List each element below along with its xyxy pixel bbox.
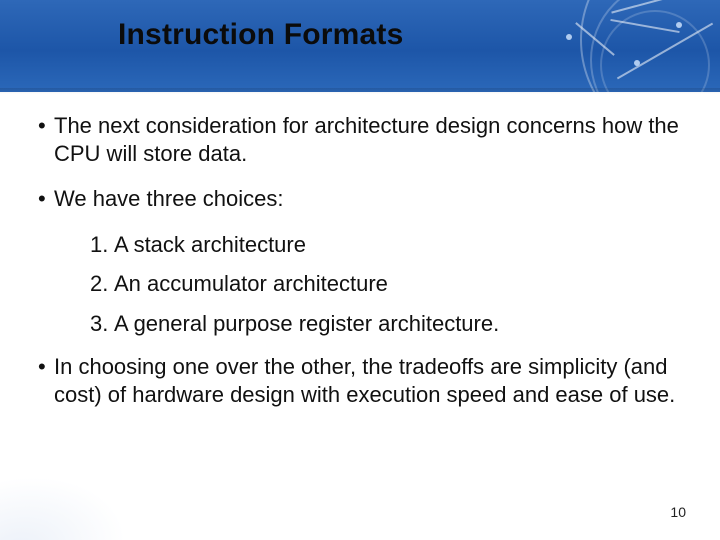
list-text: A general purpose register architecture.	[114, 310, 499, 338]
slide-title: Instruction Formats	[118, 18, 404, 52]
bullet-dot-icon: •	[28, 112, 54, 167]
bullet-item: • The next consideration for architectur…	[28, 112, 692, 167]
numbered-list: 1. A stack architecture 2. An accumulato…	[90, 231, 692, 338]
bullet-dot-icon: •	[28, 353, 54, 408]
list-item: 3. A general purpose register architectu…	[90, 310, 692, 338]
list-number: 3.	[90, 310, 114, 338]
bullet-text: The next consideration for architecture …	[54, 112, 692, 167]
bullet-text: We have three choices:	[54, 185, 692, 213]
header-shadow	[0, 88, 720, 94]
list-text: A stack architecture	[114, 231, 306, 259]
bullet-dot-icon: •	[28, 185, 54, 213]
page-number: 10	[670, 504, 686, 520]
bullet-item: • In choosing one over the other, the tr…	[28, 353, 692, 408]
bullet-text: In choosing one over the other, the trad…	[54, 353, 692, 408]
slide-body: • The next consideration for architectur…	[0, 100, 720, 540]
list-item: 2. An accumulator architecture	[90, 270, 692, 298]
list-item: 1. A stack architecture	[90, 231, 692, 259]
bullet-item: • We have three choices:	[28, 185, 692, 213]
slide-header: Instruction Formats	[0, 0, 720, 92]
list-text: An accumulator architecture	[114, 270, 388, 298]
list-number: 2.	[90, 270, 114, 298]
list-number: 1.	[90, 231, 114, 259]
header-decorative-graphic	[500, 0, 720, 92]
